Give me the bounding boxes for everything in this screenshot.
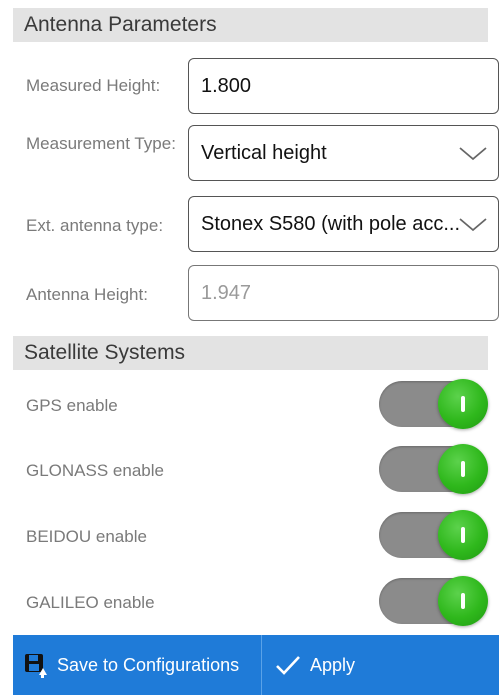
checkmark-icon	[276, 656, 300, 675]
satellite-systems-header: Satellite Systems	[13, 336, 488, 370]
measured-height-value: 1.800	[201, 74, 252, 97]
apply-button[interactable]: Apply	[262, 635, 355, 695]
measurement-type-value: Vertical height	[201, 141, 327, 164]
chevron-down-icon	[459, 218, 487, 232]
antenna-height-label: Antenna Height:	[26, 285, 148, 304]
ext-antenna-type-label: Ext. antenna type:	[26, 216, 164, 235]
save-to-configurations-button[interactable]: Save to Configurations	[13, 635, 261, 695]
gps-enable-toggle[interactable]	[379, 379, 488, 429]
beidou-enable-toggle[interactable]	[379, 510, 488, 560]
ext-antenna-type-select[interactable]: Stonex S580 (with pole acc...	[188, 196, 499, 252]
galileo-enable-label: GALILEO enable	[26, 593, 155, 612]
antenna-parameters-header: Antenna Parameters	[13, 8, 488, 42]
save-to-configurations-label: Save to Configurations	[57, 654, 240, 675]
ext-antenna-type-value: Stonex S580 (with pole acc...	[201, 212, 461, 235]
toggle-knob-icon	[438, 444, 488, 494]
apply-label: Apply	[310, 654, 356, 675]
bottom-action-bar: Save to Configurations Apply	[13, 635, 499, 695]
floppy-disk-upload-icon	[25, 654, 47, 678]
chevron-down-icon	[459, 147, 487, 161]
measurement-type-select[interactable]: Vertical height	[188, 125, 499, 181]
antenna-height-value: 1.947	[201, 281, 252, 304]
measured-height-input[interactable]: 1.800	[188, 58, 499, 114]
antenna-height-field: 1.947	[188, 265, 499, 321]
galileo-enable-toggle[interactable]	[379, 576, 488, 626]
glonass-enable-label: GLONASS enable	[26, 461, 164, 480]
beidou-enable-label: BEIDOU enable	[26, 527, 147, 546]
gps-enable-label: GPS enable	[26, 396, 118, 415]
measured-height-label: Measured Height:	[26, 76, 161, 95]
toggle-knob-icon	[438, 510, 488, 560]
toggle-knob-icon	[438, 576, 488, 626]
glonass-enable-toggle[interactable]	[379, 444, 488, 494]
toggle-knob-icon	[438, 379, 488, 429]
measurement-type-label: Measurement Type:	[26, 134, 176, 153]
